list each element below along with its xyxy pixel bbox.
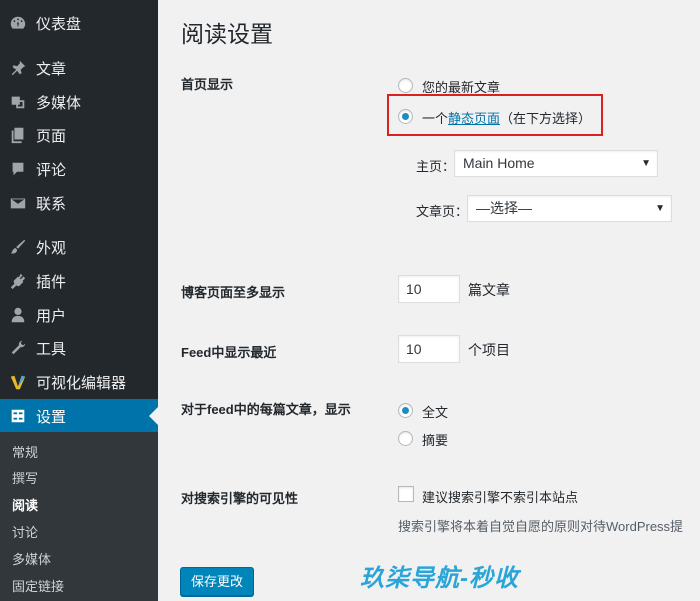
posts-per-page-unit: 篇文章	[468, 282, 510, 298]
front-page-label: 首页显示	[181, 77, 234, 92]
pin-icon	[8, 58, 28, 78]
radio-feed-summary[interactable]	[398, 431, 413, 446]
feed-recent-input[interactable]: 10	[398, 335, 460, 363]
menu-label: 联系	[36, 195, 67, 213]
current-menu-arrow	[149, 407, 158, 425]
feed-recent-label: Feed中显示最近	[181, 345, 277, 360]
postspage-select-value: —选择—	[476, 200, 532, 216]
discourage-search-checkbox[interactable]	[398, 486, 414, 502]
postspage-select-label: 文章页：	[416, 204, 469, 219]
menu-item-settings[interactable]: 设置	[0, 399, 158, 433]
chevron-down-icon: ▼	[655, 203, 665, 214]
menu-item-users[interactable]: 用户	[0, 298, 158, 332]
menu-item-contact[interactable]: 联系	[0, 186, 158, 220]
mail-icon	[8, 193, 28, 213]
posts-per-page-input[interactable]: 10	[398, 275, 460, 303]
menu-label: 工具	[36, 340, 67, 358]
feed-article-label: 对于feed中的每篇文章，显示	[181, 402, 351, 417]
option-full-text-label: 全文	[422, 405, 449, 420]
postspage-select[interactable]: —选择— ▼	[467, 195, 672, 222]
menu-label: 外观	[36, 239, 67, 257]
plugin-icon	[8, 271, 28, 291]
menu-label: 设置	[36, 408, 67, 426]
save-changes-button[interactable]: 保存更改	[180, 567, 254, 596]
settings-icon	[8, 406, 28, 426]
dashboard-icon	[8, 13, 28, 33]
pages-icon	[8, 125, 28, 145]
menu-label: 评论	[36, 161, 67, 179]
menu-label: 用户	[36, 307, 67, 325]
menu-item-comments[interactable]: 评论	[0, 152, 158, 186]
search-visibility-description: 搜索引擎将本着自觉自愿的原则对待WordPress提	[398, 519, 684, 534]
submenu-permalinks[interactable]: 固定链接	[12, 574, 64, 600]
menu-item-posts[interactable]: 文章	[0, 51, 158, 85]
user-icon	[8, 305, 28, 325]
menu-item-pages[interactable]: 页面	[0, 118, 158, 152]
chevron-down-icon: ▼	[641, 158, 651, 169]
media-icon	[8, 92, 28, 112]
menu-item-plugins[interactable]: 插件	[0, 264, 158, 298]
comments-icon	[8, 159, 28, 179]
menu-label: 多媒体	[36, 94, 82, 112]
menu-item-visual-composer[interactable]: 可视化编辑器	[0, 365, 158, 399]
static-page-link[interactable]: 静态页面	[448, 111, 500, 126]
watermark-text: 玖柒导航-秒收	[360, 565, 519, 592]
radio-feed-full-text[interactable]	[398, 403, 413, 418]
homepage-select-value: Main Home	[463, 155, 535, 171]
menu-item-media[interactable]: 多媒体	[0, 85, 158, 119]
menu-label: 可视化编辑器	[36, 374, 127, 392]
menu-label: 插件	[36, 273, 67, 291]
main-content: 阅读设置 首页显示 您的最新文章 一个静态页面（在下方选择） 主页： Main …	[158, 0, 700, 601]
option-static-page-label: 一个静态页面（在下方选择）	[422, 111, 592, 126]
posts-per-page-label: 博客页面至多显示	[181, 285, 286, 300]
submenu-general[interactable]: 常规	[12, 440, 38, 466]
menu-label: 文章	[36, 60, 67, 78]
menu-item-tools[interactable]: 工具	[0, 331, 158, 365]
submenu-discussion[interactable]: 讨论	[12, 520, 38, 546]
submenu-writing[interactable]: 撰写	[12, 466, 38, 492]
menu-label: 页面	[36, 127, 67, 145]
radio-static-page[interactable]	[398, 109, 413, 124]
option-summary-label: 摘要	[422, 433, 449, 448]
search-visibility-label: 对搜索引擎的可见性	[181, 491, 299, 506]
submenu-media[interactable]: 多媒体	[12, 547, 51, 573]
menu-item-dashboard[interactable]: 仪表盘	[0, 6, 158, 40]
feed-recent-unit: 个项目	[468, 342, 510, 358]
homepage-select[interactable]: Main Home ▼	[454, 150, 658, 177]
brush-icon	[8, 237, 28, 257]
radio-latest-posts[interactable]	[398, 78, 413, 93]
wrench-icon	[8, 338, 28, 358]
menu-item-appearance[interactable]: 外观	[0, 230, 158, 264]
admin-sidebar: 仪表盘 文章 多媒体 页面 评论 联系 外观 插件 用户 工具 可视化编辑器 设…	[0, 0, 158, 601]
page-title: 阅读设置	[181, 21, 273, 47]
submenu-reading[interactable]: 阅读	[12, 493, 38, 519]
visual-composer-icon	[8, 372, 28, 392]
settings-submenu: 常规 撰写 阅读 讨论 多媒体 固定链接	[0, 432, 158, 601]
menu-label: 仪表盘	[36, 15, 82, 33]
discourage-search-label: 建议搜索引擎不索引本站点	[422, 490, 579, 505]
homepage-select-label: 主页：	[416, 159, 456, 174]
